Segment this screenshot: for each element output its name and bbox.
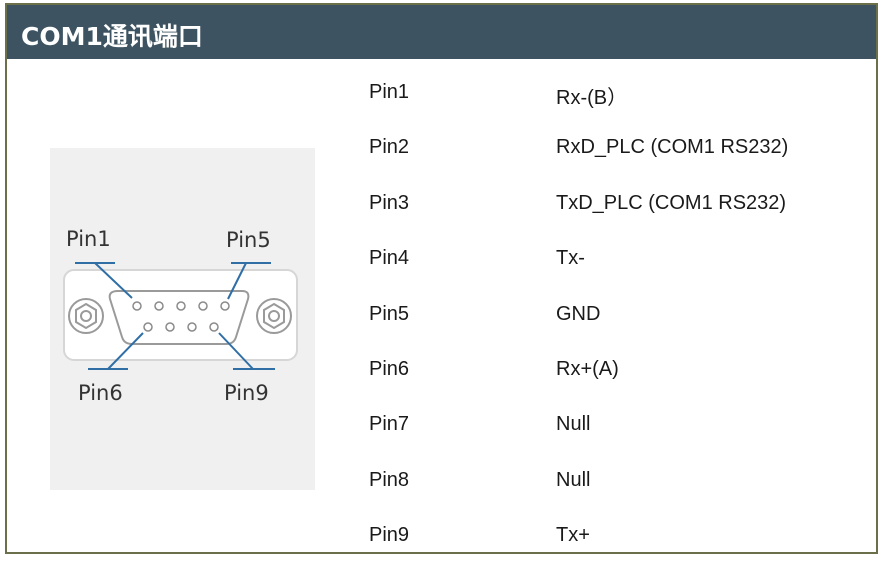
pin-function: RxD_PLC (COM1 RS232) [556, 136, 789, 158]
pin-number: Pin8 [369, 469, 410, 491]
pin9-label: Pin9 [224, 381, 269, 405]
left-screw-hole-icon [80, 310, 92, 322]
pin-function: Tx+ [556, 524, 590, 546]
pin-function: Null [556, 469, 591, 491]
pin-number: Pin9 [369, 524, 410, 546]
pin-number: Pin1 [369, 81, 410, 103]
pin-number: Pin6 [369, 358, 410, 380]
pin6-label: Pin6 [78, 381, 123, 405]
pin-number: Pin5 [369, 303, 410, 325]
pin-number: Pin4 [369, 247, 410, 269]
section-header: COM1通讯端口 [7, 5, 876, 59]
right-screw-hole-icon [268, 310, 280, 322]
pin-number: Pin2 [369, 136, 410, 158]
pin-number: Pin3 [369, 192, 410, 214]
section-title: COM1通讯端口 [21, 22, 203, 51]
pin5-label: Pin5 [226, 228, 271, 252]
d-sub-housing [108, 290, 250, 345]
pin-function: Rx-(B） [556, 87, 628, 109]
pin-function: Null [556, 413, 591, 435]
db9-connector-illustration: Pin1 Pin5 Pin6 Pin9 [63, 227, 298, 405]
db9-connector-diagram: Pin1 Pin5 Pin6 Pin9 [50, 148, 315, 490]
pin-function: GND [556, 303, 601, 325]
pin-function: Rx+(A) [556, 358, 619, 380]
pin-number: Pin7 [369, 413, 410, 435]
content-frame: COM1通讯端口 Pin1 Pin5 Pin6 Pin9 Pin1 Rx-(B）… [5, 3, 878, 554]
pin-function: TxD_PLC (COM1 RS232) [556, 192, 787, 214]
pin-function: Tx- [556, 247, 585, 269]
pin1-label: Pin1 [66, 227, 111, 251]
